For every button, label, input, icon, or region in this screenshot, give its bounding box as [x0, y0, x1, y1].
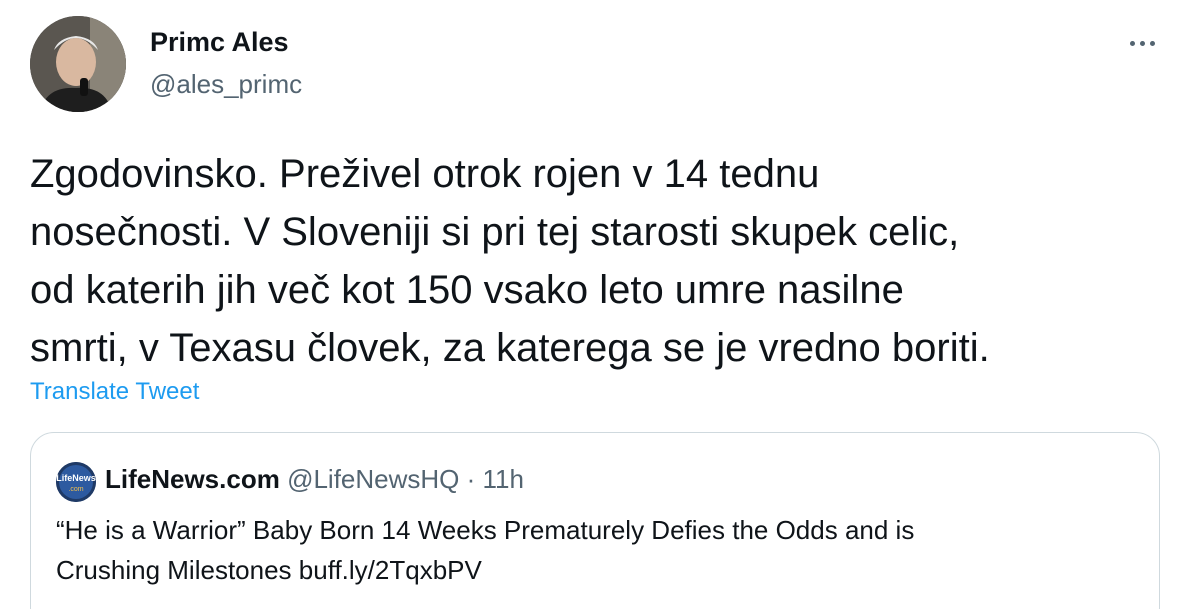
quote-timestamp[interactable]: 11h: [483, 464, 524, 494]
more-options-button[interactable]: [1122, 28, 1162, 58]
quote-author-handle[interactable]: @LifeNewsHQ: [287, 464, 459, 494]
profile-photo-icon: [30, 16, 126, 112]
quote-header: LifeNews.com @LifeNewsHQ · 11h: [105, 464, 524, 495]
quoted-tweet-card[interactable]: LifeNews .com LifeNews.com @LifeNewsHQ ·…: [30, 432, 1160, 609]
logo-subtext: .com: [68, 486, 83, 493]
quote-separator: ·: [466, 464, 476, 494]
more-horizontal-icon: [1139, 40, 1145, 46]
quote-text: “He is a Warrior” Baby Born 14 Weeks Pre…: [56, 510, 1136, 590]
more-horizontal-icon: [1129, 40, 1135, 46]
more-horizontal-icon: [1149, 40, 1155, 46]
author-handle[interactable]: @ales_primc: [150, 69, 302, 100]
logo-text: LifeNews: [56, 473, 96, 483]
tweet-text-line: smrti, v Texasu človek, za katerega se j…: [30, 326, 990, 370]
quote-text-line: Crushing Milestones buff.ly/2TqxbPV: [56, 555, 482, 585]
author-name[interactable]: Primc Ales: [150, 27, 289, 58]
tweet-text: Zgodovinsko. Preživel otrok rojen v 14 t…: [30, 145, 1150, 377]
quote-author-avatar[interactable]: LifeNews .com: [56, 462, 96, 502]
author-avatar[interactable]: [30, 16, 126, 112]
tweet-text-line: od katerih jih več kot 150 vsako leto um…: [30, 268, 904, 312]
quote-author-name[interactable]: LifeNews.com: [105, 464, 280, 494]
tweet-text-line: nosečnosti. V Sloveniji si pri tej staro…: [30, 210, 960, 254]
translate-tweet-link[interactable]: Translate Tweet: [30, 378, 199, 406]
lifenews-logo-icon: LifeNews .com: [56, 462, 96, 502]
quote-text-line: “He is a Warrior” Baby Born 14 Weeks Pre…: [56, 515, 915, 545]
tweet-container: Primc Ales @ales_primc Zgodovinsko. Prež…: [0, 0, 1188, 609]
tweet-text-line: Zgodovinsko. Preživel otrok rojen v 14 t…: [30, 152, 820, 196]
